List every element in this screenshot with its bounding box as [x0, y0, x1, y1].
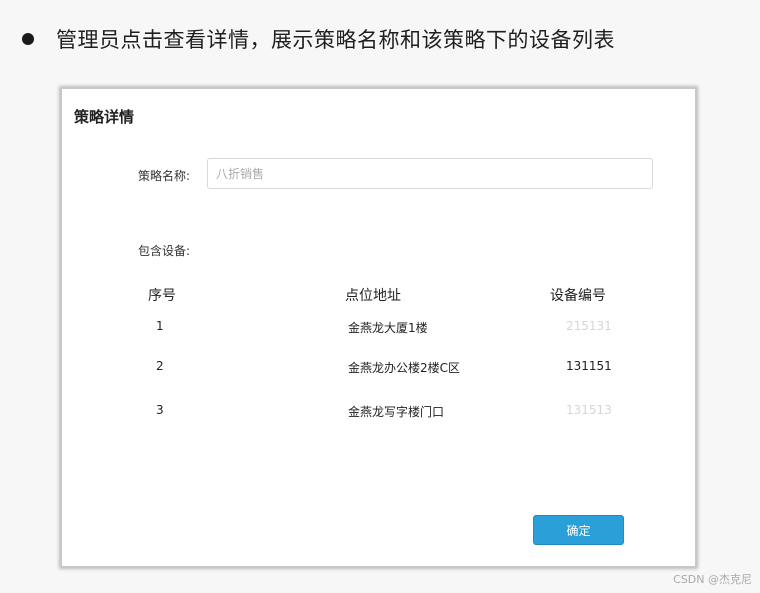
row-address: 金燕龙办公楼2楼C区 — [348, 361, 461, 375]
watermark: CSDN @杰克尼 — [673, 573, 752, 586]
row-address: 金燕龙大厦1楼 — [348, 321, 428, 335]
row-address: 金燕龙写字楼门口 — [348, 405, 445, 419]
slide-bullet: 管理员点击查看详情，展示策略名称和该策略下的设备列表 — [22, 24, 615, 54]
policy-name-label: 策略名称: — [138, 169, 191, 183]
included-devices-label: 包含设备: — [138, 244, 191, 258]
table-row: 3 金燕龙写字楼门口 131513 — [62, 403, 695, 423]
table-row: 1 金燕龙大厦1楼 215131 — [62, 319, 695, 339]
row-index: 1 — [156, 319, 164, 333]
row-index: 3 — [156, 403, 164, 417]
policy-detail-dialog: 策略详情 策略名称: 包含设备: 序号 点位地址 设备编号 1 金燕龙大厦1楼 … — [61, 88, 696, 567]
row-index: 2 — [156, 359, 164, 373]
bullet-dot-icon — [22, 33, 34, 45]
confirm-button[interactable]: 确定 — [533, 515, 624, 545]
row-device-no: 131513 — [566, 403, 612, 417]
row-device-no: 215131 — [566, 319, 612, 333]
policy-name-input[interactable] — [207, 158, 653, 189]
slide-title: 管理员点击查看详情，展示策略名称和该策略下的设备列表 — [56, 28, 615, 52]
column-header-index: 序号 — [148, 288, 176, 304]
dialog-title: 策略详情 — [74, 108, 135, 126]
column-header-address: 点位地址 — [345, 288, 401, 304]
row-device-no: 131151 — [566, 359, 612, 373]
column-header-device-no: 设备编号 — [550, 288, 606, 304]
table-row: 2 金燕龙办公楼2楼C区 131151 — [62, 359, 695, 379]
